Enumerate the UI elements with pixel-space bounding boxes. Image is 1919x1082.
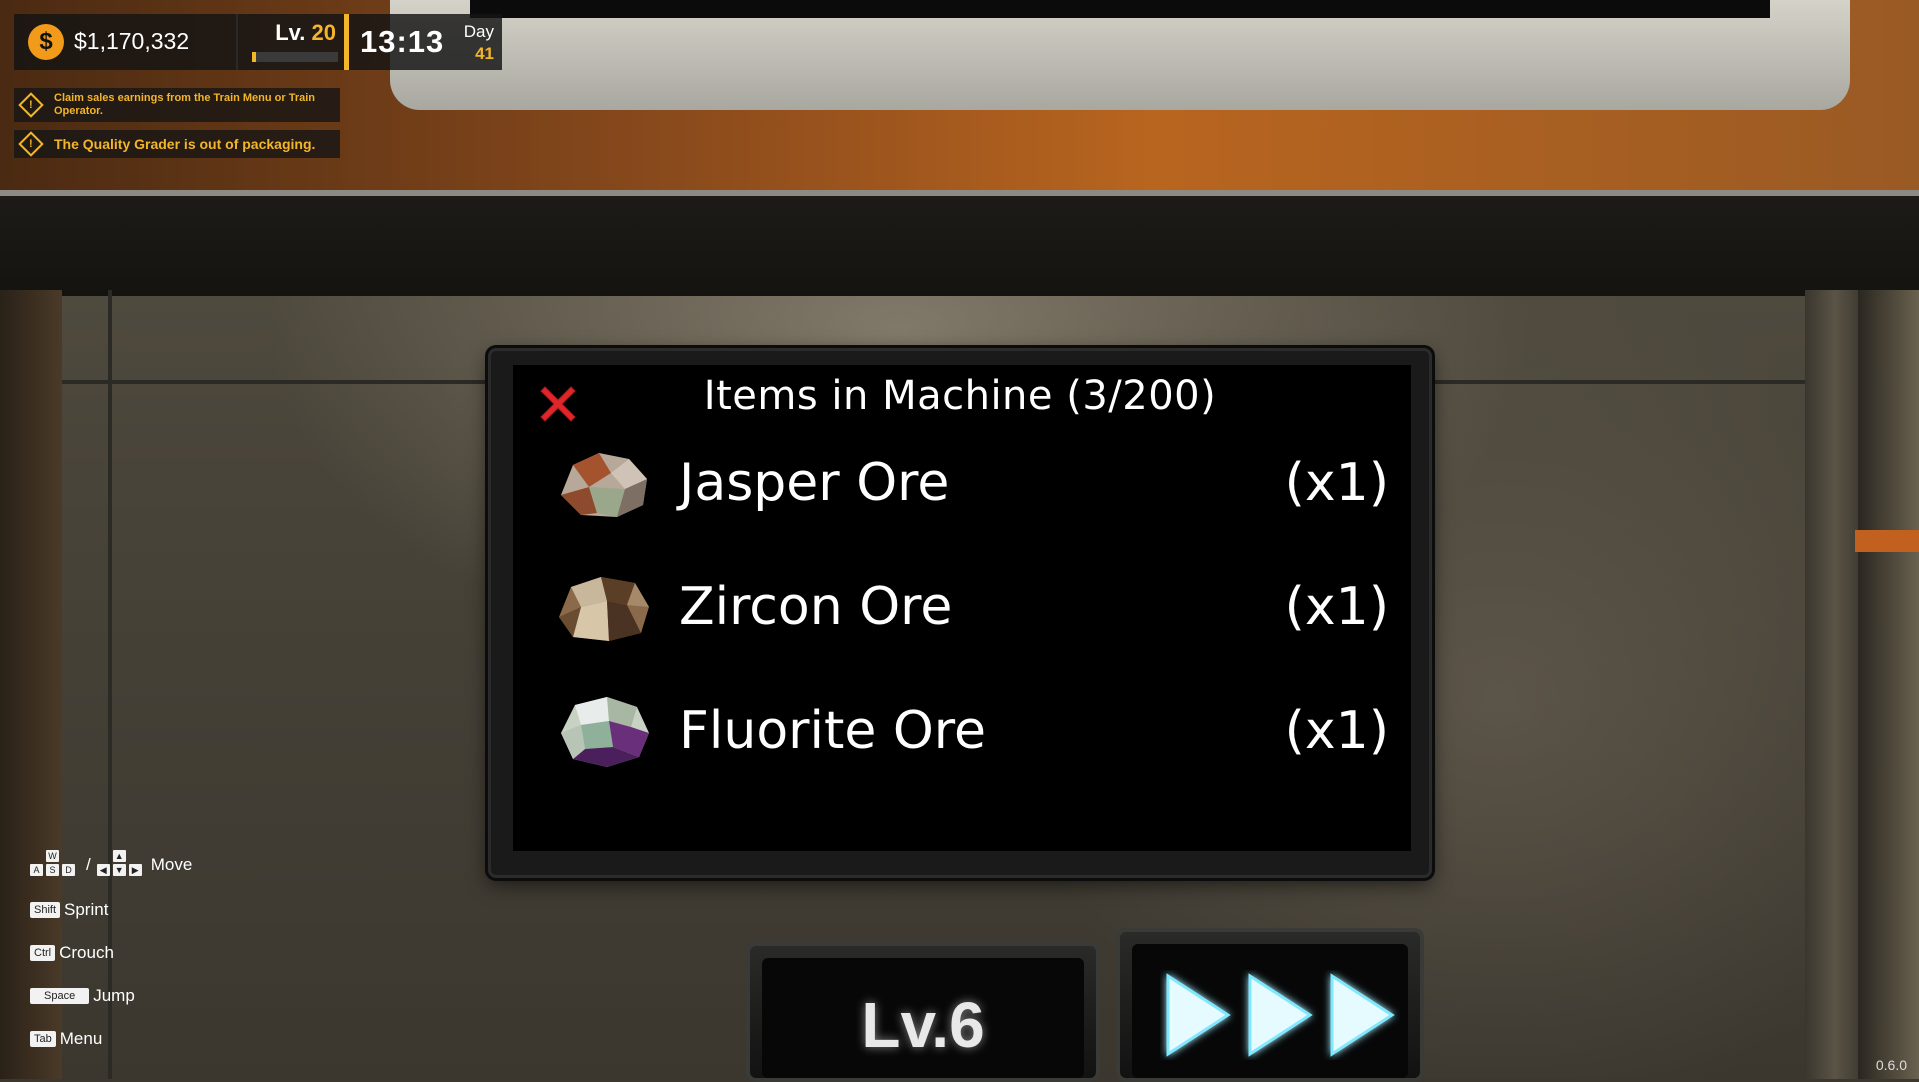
level-label: Lv. <box>275 20 306 45</box>
dialog-title: Items in Machine (3/200) <box>703 373 1217 419</box>
fluorite-ore-icon <box>561 697 649 767</box>
item-name: Jasper Ore <box>679 453 950 513</box>
zircon-ore-icon <box>559 577 649 641</box>
hint-menu: Tab Menu <box>30 1029 102 1049</box>
item-quantity: (x1) <box>1284 577 1389 637</box>
hint-label: Jump <box>93 986 135 1005</box>
version-label: 0.6.0 <box>1875 1057 1907 1073</box>
hint-label: Menu <box>59 1029 103 1048</box>
panel-seam <box>62 380 492 384</box>
game-clock: 13:13 <box>360 24 445 59</box>
steel-post <box>1805 290 1865 1079</box>
xp-progress-fill <box>252 52 257 62</box>
triple-play-icon[interactable] <box>1160 970 1400 1060</box>
warning-diamond-icon: ! <box>18 92 44 118</box>
list-item: Zircon Ore (x1) <box>551 559 1389 659</box>
tab-key: Tab <box>30 1031 56 1047</box>
jasper-ore-icon <box>561 453 647 517</box>
wasd-keys-icon: W A S D <box>30 850 78 880</box>
list-item: Fluorite Ore (x1) <box>551 683 1389 783</box>
item-name: Fluorite Ore <box>679 701 987 761</box>
notification-claim-earnings: ! Claim sales earnings from the Train Me… <box>14 88 340 122</box>
time-divider <box>344 14 349 70</box>
day-label: Day <box>463 22 494 41</box>
hint-label: Move <box>150 855 193 874</box>
space-key: Space <box>30 988 90 1004</box>
item-quantity: (x1) <box>1284 701 1389 761</box>
machine-level-text: Lv.6 <box>861 989 985 1061</box>
item-quantity: (x1) <box>1284 453 1389 513</box>
arrow-keys-icon: ▲ ◀ ▼ ▶ <box>96 850 145 880</box>
orange-trim <box>1855 530 1919 552</box>
notification-out-of-packaging: ! The Quality Grader is out of packaging… <box>14 130 340 158</box>
money-display: $1,170,332 <box>74 28 190 54</box>
xp-progress-bar <box>252 52 338 62</box>
side-machine <box>1858 290 1919 1079</box>
hint-move: W A S D / ▲ ◀ ▼ ▶ Move <box>30 850 192 880</box>
hint-crouch: Ctrl Crouch <box>30 943 114 963</box>
item-name: Zircon Ore <box>679 577 953 637</box>
coin-icon: $ <box>28 24 64 60</box>
day-number: 41 <box>475 44 494 63</box>
ctrl-key: Ctrl <box>30 945 56 961</box>
machine-speed-panel <box>1116 928 1424 1082</box>
player-level: Lv. 20 <box>236 14 342 70</box>
notification-text: The Quality Grader is out of packaging. <box>54 136 316 152</box>
hint-jump: Space Jump <box>30 986 135 1006</box>
notification-text: Claim sales earnings from the Train Menu… <box>54 92 316 117</box>
hint-label: Sprint <box>64 900 109 919</box>
panel-seam <box>1432 380 1806 384</box>
machine-level-screen: Lv.6 <box>762 958 1084 1078</box>
level-value: 20 <box>311 20 336 45</box>
key-separator: / <box>86 855 91 874</box>
hint-label: Crouch <box>59 943 114 962</box>
machine-level-panel: Lv.6 <box>746 942 1100 1082</box>
monitor-screen <box>470 0 1770 18</box>
hud-stats-bar: $ $1,170,332 Lv. 20 13:13 Day 41 <box>14 14 502 70</box>
steel-beam <box>0 190 1919 296</box>
list-item: Jasper Ore (x1) <box>551 435 1389 535</box>
warning-diamond-icon: ! <box>18 131 44 157</box>
shift-key: Shift <box>30 902 61 918</box>
hint-sprint: Shift Sprint <box>30 900 108 920</box>
items-in-machine-dialog: Items in Machine (3/200) Jasper Ore (x1)… <box>488 348 1432 878</box>
